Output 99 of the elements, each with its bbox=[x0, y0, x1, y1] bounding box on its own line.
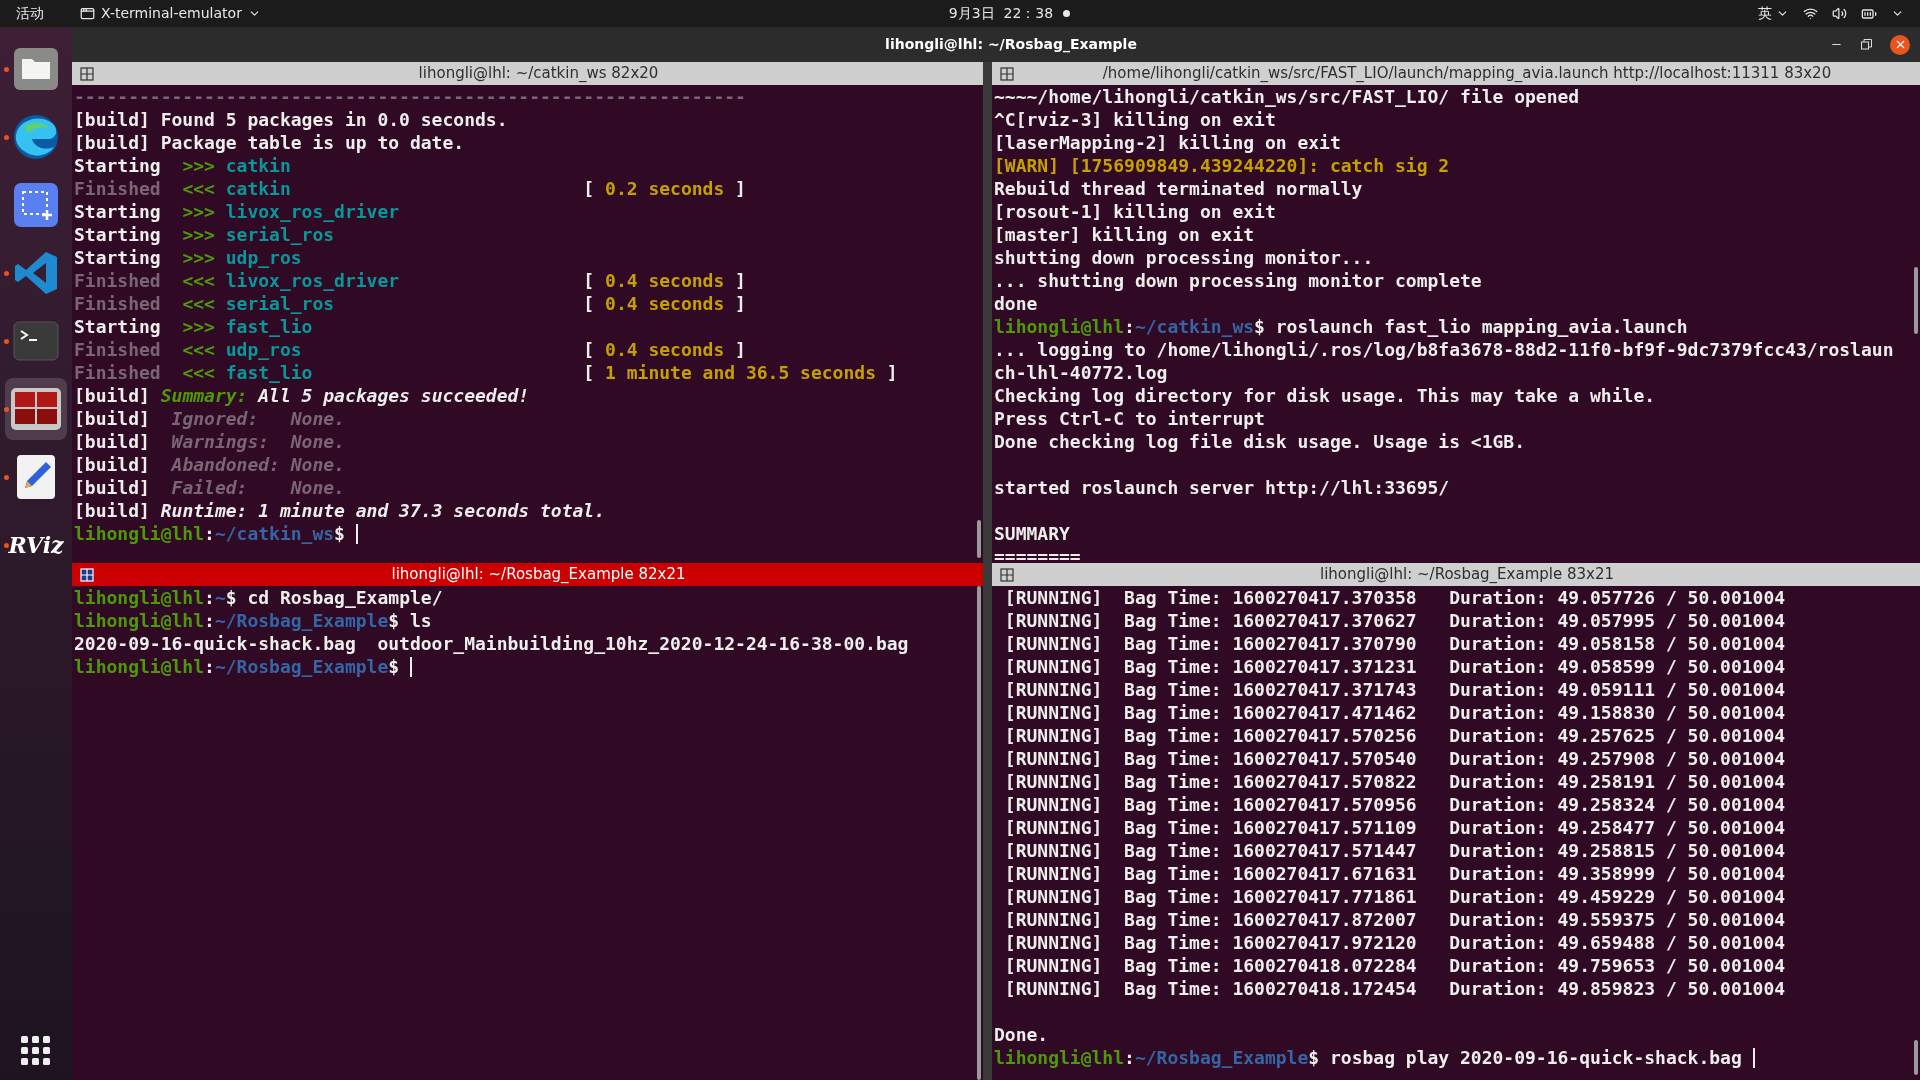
split-terminal-icon[interactable] bbox=[10, 387, 62, 431]
terminal-line: Rebuild thread terminated normally bbox=[994, 177, 1363, 200]
terminal-line: Finished <<< udp_ros [ 0.4 seconds ] bbox=[74, 338, 746, 361]
terminal-line: lihongli@lhl:~/Rosbag_Example$ bbox=[74, 655, 400, 678]
pane-title: /home/lihongli/catkin_ws/src/FAST_LIO/launch/mapping_avia.launch http://localhost:11311 83x20 bbox=[1101, 63, 1833, 85]
terminal-line: [RUNNING] Bag Time: 1600270417.370627 Duration: 49.057995 / 50.001004 bbox=[1003, 609, 1786, 632]
terminal-line: SUMMARY bbox=[994, 522, 1070, 545]
split-grid-icon[interactable] bbox=[80, 66, 94, 81]
terminal-line: [build] Summary: All 5 packages succeeded! bbox=[74, 384, 530, 407]
terminal-line: [RUNNING] Bag Time: 1600270417.370790 Duration: 49.058158 / 50.001004 bbox=[1003, 632, 1786, 655]
pane-header[interactable]: lihongli@lhl: ~/catkin_ws 82x20 bbox=[72, 62, 983, 85]
terminal-line: [RUNNING] Bag Time: 1600270417.972120 Duration: 49.659488 / 50.001004 bbox=[1003, 931, 1786, 954]
volume-icon bbox=[1832, 6, 1847, 21]
terminal-line: ~~~~/home/lihongli/catkin_ws/src/FAST_LIO/ file opened bbox=[994, 85, 1580, 108]
terminal-line: started roslaunch server http://lhl:33695/ bbox=[994, 476, 1450, 499]
input-method-menu[interactable]: 英 bbox=[1758, 3, 1789, 24]
terminal-line: lihongli@lhl:~/Rosbag_Example$ rosbag play 2020-09-16-quick-shack.bag bbox=[994, 1046, 1742, 1069]
terminal-line: [RUNNING] Bag Time: 1600270418.172454 Duration: 49.859823 / 50.001004 bbox=[1003, 977, 1786, 1000]
terminal-line: [rosout-1] killing on exit bbox=[994, 200, 1276, 223]
window-title: lihongli@lhl: ~/Rosbag_Example bbox=[884, 35, 1138, 55]
scrollbar-thumb[interactable] bbox=[977, 519, 981, 559]
pane-title: lihongli@lhl: ~/Rosbag_Example 82x21 bbox=[390, 564, 687, 586]
terminal-line: ... shutting down processing monitor complete bbox=[994, 269, 1482, 292]
terminal-line: Starting >>> serial_ros bbox=[74, 223, 335, 246]
scrollbar-thumb[interactable] bbox=[977, 586, 981, 1080]
terminal-line: lihongli@lhl:~/catkin_ws$ bbox=[74, 522, 345, 545]
text-editor-icon[interactable] bbox=[16, 454, 56, 500]
terminal-line: [RUNNING] Bag Time: 1600270417.570956 Duration: 49.258324 / 50.001004 bbox=[1003, 793, 1786, 816]
pane-header[interactable]: lihongli@lhl: ~/Rosbag_Example 82x21 bbox=[72, 563, 983, 586]
pane-title: lihongli@lhl: ~/catkin_ws 82x20 bbox=[417, 63, 660, 85]
split-grid-icon[interactable] bbox=[1000, 567, 1014, 582]
pane-header[interactable]: /home/lihongli/catkin_ws/src/FAST_LIO/launch/mapping_avia.launch http://localhost:11311 83x20 bbox=[992, 62, 1920, 85]
terminal-line: Done checking log file disk usage. Usage is <1GB. bbox=[994, 430, 1525, 453]
app-menu[interactable]: X-terminal-emulator bbox=[80, 3, 261, 24]
terminal-line: [RUNNING] Bag Time: 1600270417.371743 Duration: 49.059111 / 50.001004 bbox=[1003, 678, 1786, 701]
terminal-line: lihongli@lhl:~$ cd Rosbag_Example/ bbox=[74, 586, 443, 609]
terminal-line: [build] Warnings: None. bbox=[74, 430, 345, 453]
terminal-line: ch-lhl-40772.log bbox=[994, 361, 1168, 384]
activities-button[interactable]: 活动 bbox=[0, 3, 60, 24]
terminal-line: [laserMapping-2] killing on exit bbox=[994, 131, 1341, 154]
terminal-line: Finished <<< serial_ros [ 0.4 seconds ] bbox=[74, 292, 746, 315]
wifi-icon bbox=[1803, 6, 1818, 21]
terminal-line: Finished <<< livox_ros_driver [ 0.4 seconds ] bbox=[74, 269, 746, 292]
terminal-line: Finished <<< catkin [ 0.2 seconds ] bbox=[74, 177, 746, 200]
terminal-line: Starting >>> catkin bbox=[74, 154, 291, 177]
terminal-line: lihongli@lhl:~/catkin_ws$ roslaunch fast_lio mapping_avia.launch bbox=[994, 315, 1688, 338]
terminal-line: Done. bbox=[994, 1023, 1049, 1046]
scrollbar-thumb[interactable] bbox=[1914, 1040, 1918, 1076]
app-logo[interactable]: RViz bbox=[8, 534, 64, 556]
terminal-line: [RUNNING] Bag Time: 1600270417.872007 Duration: 49.559375 / 50.001004 bbox=[1003, 908, 1786, 931]
terminal-line: [build] Found 5 packages in 0.0 seconds. bbox=[74, 108, 508, 131]
terminal-line: ... logging to /home/lihongli/.ros/log/b8fa3678-88d2-11f0-bf9f-9dc7379fcc43/roslaun bbox=[994, 338, 1894, 361]
terminal-line: [RUNNING] Bag Time: 1600270417.370358 Duration: 49.057726 / 50.001004 bbox=[1003, 586, 1786, 609]
split-grid-icon[interactable] bbox=[1000, 66, 1014, 81]
terminal-line: ======== bbox=[994, 545, 1081, 563]
terminal-line: lihongli@lhl:~/Rosbag_Example$ ls bbox=[74, 609, 432, 632]
window-icon bbox=[80, 6, 95, 21]
clock[interactable]: 9月3日 22：38 bbox=[948, 3, 1054, 24]
terminal-line: [build] Failed: None. bbox=[74, 476, 345, 499]
terminal-line: [build] Package table is up to date. bbox=[74, 131, 465, 154]
terminal-line: Starting >>> fast_lio bbox=[74, 315, 313, 338]
pane-header[interactable]: lihongli@lhl: ~/Rosbag_Example 83x21 bbox=[992, 563, 1920, 586]
terminal-line: [RUNNING] Bag Time: 1600270417.371231 Duration: 49.058599 / 50.001004 bbox=[1003, 655, 1786, 678]
terminal-line: [RUNNING] Bag Time: 1600270417.771861 Duration: 49.459229 / 50.001004 bbox=[1003, 885, 1786, 908]
terminal-line: [RUNNING] Bag Time: 1600270417.570256 Duration: 49.257625 / 50.001004 bbox=[1003, 724, 1786, 747]
terminal-line: shutting down processing monitor... bbox=[994, 246, 1374, 269]
pane-title: lihongli@lhl: ~/Rosbag_Example 83x21 bbox=[1318, 564, 1615, 586]
terminal-line: Checking log directory for disk usage. This may take a while. bbox=[994, 384, 1656, 407]
terminal-line: [build] Runtime: 1 minute and 37.3 seconds total. bbox=[74, 499, 606, 522]
dock-item[interactable] bbox=[5, 378, 67, 440]
terminal-line: Starting >>> udp_ros bbox=[74, 246, 302, 269]
terminal-line: Press Ctrl-C to interrupt bbox=[994, 407, 1265, 430]
terminal-line: [RUNNING] Bag Time: 1600270417.571109 Duration: 49.258477 / 50.001004 bbox=[1003, 816, 1786, 839]
terminal-line: Finished <<< fast_lio [ 1 minute and 36.5 seconds ] bbox=[74, 361, 898, 384]
terminal-line: -------------------------------------------------------------- bbox=[74, 85, 746, 108]
screenshot-icon[interactable] bbox=[13, 182, 59, 228]
terminal-line: 2020-09-16-quick-shack.bag outdoor_Mainbuilding_10hz_2020-12-24-16-38-00.bag bbox=[74, 632, 909, 655]
terminal-line: [master] killing on exit bbox=[994, 223, 1255, 246]
terminal-icon[interactable] bbox=[13, 321, 59, 361]
terminal-line: [WARN] [1756909849.439244220]: catch sig 2 bbox=[994, 154, 1450, 177]
terminal-line: [RUNNING] Bag Time: 1600270417.570822 Duration: 49.258191 / 50.001004 bbox=[1003, 770, 1786, 793]
restore-icon[interactable] bbox=[1861, 39, 1872, 50]
close-button[interactable] bbox=[1890, 34, 1910, 55]
terminal-line: ^C[rviz-3] killing on exit bbox=[994, 108, 1276, 131]
terminal-line: [build] Abandoned: None. bbox=[74, 453, 345, 476]
browser-icon[interactable] bbox=[12, 113, 60, 161]
terminal-line: [RUNNING] Bag Time: 1600270417.671631 Duration: 49.358999 / 50.001004 bbox=[1003, 862, 1786, 885]
terminal-line: [RUNNING] Bag Time: 1600270417.471462 Duration: 49.158830 / 50.001004 bbox=[1003, 701, 1786, 724]
terminal-line: [build] Ignored: None. bbox=[74, 407, 345, 430]
terminal-line: [RUNNING] Bag Time: 1600270417.570540 Duration: 49.257908 / 50.001004 bbox=[1003, 747, 1786, 770]
folder-icon[interactable] bbox=[13, 47, 59, 91]
dock-item[interactable]: RViz bbox=[5, 514, 67, 576]
terminal-line: [RUNNING] Bag Time: 1600270417.571447 Duration: 49.258815 / 50.001004 bbox=[1003, 839, 1786, 862]
terminal-line: [RUNNING] Bag Time: 1600270418.072284 Duration: 49.759653 / 50.001004 bbox=[1003, 954, 1786, 977]
terminal-line: done bbox=[994, 292, 1038, 315]
terminal-line: Starting >>> livox_ros_driver bbox=[74, 200, 400, 223]
apps-grid-icon[interactable] bbox=[21, 1036, 51, 1066]
code-editor-icon[interactable] bbox=[13, 250, 59, 296]
scrollbar-thumb[interactable] bbox=[1914, 266, 1918, 334]
